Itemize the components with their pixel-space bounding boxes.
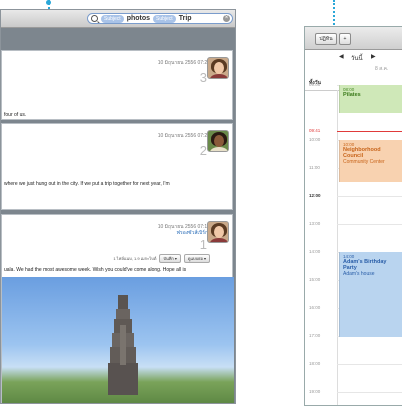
avatar — [207, 221, 229, 243]
message-preview: uala. We had the most awesome week. Wish… — [4, 267, 187, 273]
search-token-kind[interactable]: Subject — [101, 14, 124, 23]
message-count: 1 — [199, 237, 207, 252]
message-date: 10 มิถุนายน 2556 07:23 — [157, 133, 210, 139]
save-attachment-button[interactable]: บันทึก ▾ — [159, 254, 181, 263]
add-event-button[interactable]: + — [339, 33, 351, 45]
mail-toolbar: Subject photos Subject Trip × — [1, 10, 235, 28]
message-preview: four of us. — [4, 112, 27, 118]
hour-label: 12:00 — [309, 193, 321, 198]
hour-label: 15:00 — [309, 277, 321, 282]
search-token-text[interactable]: Trip — [179, 15, 192, 22]
event-location: Adam's house — [343, 271, 375, 277]
event-birthday-party[interactable]: 14:00 Adam's Birthday Party Adam's house — [339, 252, 402, 337]
event-name: Adam's Birthday Party — [343, 259, 387, 271]
hour-label: 13:00 — [309, 221, 321, 226]
attachment-info: 1 ไฟล์แนบ, 1.9 เมกะไบต์ — [113, 256, 157, 261]
message-count: 3 — [199, 70, 207, 85]
hour-label: 09:00 — [309, 82, 321, 87]
attachment-photo[interactable] — [2, 277, 234, 403]
search-token-kind[interactable]: Subject — [153, 14, 176, 23]
hour-label: 10:00 — [309, 137, 321, 142]
message-item[interactable]: 10 มิถุนายน 2556 07:24 3 four of us. — [1, 50, 233, 120]
message-date: 10 มิถุนายน 2556 07:24 — [157, 60, 210, 66]
search-token-text[interactable]: photos — [127, 15, 150, 22]
hour-label: 19:00 — [309, 389, 321, 394]
message-count: 2 — [199, 143, 207, 158]
calendar-toolbar: ปฏิทิน + — [305, 27, 402, 50]
hour-label: 18:00 — [309, 361, 321, 366]
message-item[interactable]: 10 มิถุนายน 2556 07:23 2 where we just h… — [1, 123, 233, 210]
next-day-button[interactable]: ▶ — [371, 53, 376, 60]
callout-dot — [46, 0, 51, 5]
event-location: Community Center — [343, 159, 385, 165]
current-time-line — [337, 131, 402, 132]
hour-label: 11:00 — [309, 165, 320, 170]
today-button[interactable]: วันนี้ — [351, 53, 363, 63]
calendar-window: ปฏิทิน + ◀ วันนี้ ▶ 8 ส.ค. ทั้งวัน 09:00… — [304, 26, 402, 406]
search-field[interactable]: Subject photos Subject Trip × — [87, 13, 233, 24]
hour-label: 16:00 — [309, 305, 321, 310]
message-sender[interactable]: ฟรองซัวส์เบิร์ก — [176, 229, 208, 237]
mail-window: Subject photos Subject Trip × 10 มิถุนาย… — [0, 9, 236, 404]
avatar — [207, 130, 229, 152]
current-time-label: 09:41 — [309, 128, 321, 133]
event-neighborhood-council[interactable]: 10:00 Neighborhood Council Community Cen… — [339, 140, 402, 182]
event-pilates[interactable]: 08:00 Pilates — [339, 85, 402, 113]
prev-day-button[interactable]: ◀ — [339, 53, 344, 60]
avatar — [207, 57, 229, 79]
calendars-button[interactable]: ปฏิทิน — [315, 33, 337, 45]
hour-label: 14:00 — [309, 249, 321, 254]
search-icon — [91, 15, 98, 22]
clear-search-icon[interactable]: × — [223, 15, 230, 22]
event-name: Pilates — [343, 92, 361, 98]
temple-image — [108, 295, 138, 395]
attachment-bar: 1 ไฟล์แนบ, 1.9 เมกะไบต์ บันทึก ▾ ดูแบบย่… — [113, 254, 210, 263]
message-preview: where we just hung out in the city. If w… — [4, 181, 170, 187]
message-item[interactable]: 10 มิถุนายน 2556 07:17 ฟรองซัวส์เบิร์ก 1… — [1, 214, 234, 403]
hour-label: 17:00 — [309, 333, 321, 338]
event-name: Neighborhood Council — [343, 147, 381, 159]
day-header: 8 ส.ค. — [375, 66, 389, 72]
quicklook-button[interactable]: ดูแบบย่อ ▾ — [183, 254, 210, 263]
